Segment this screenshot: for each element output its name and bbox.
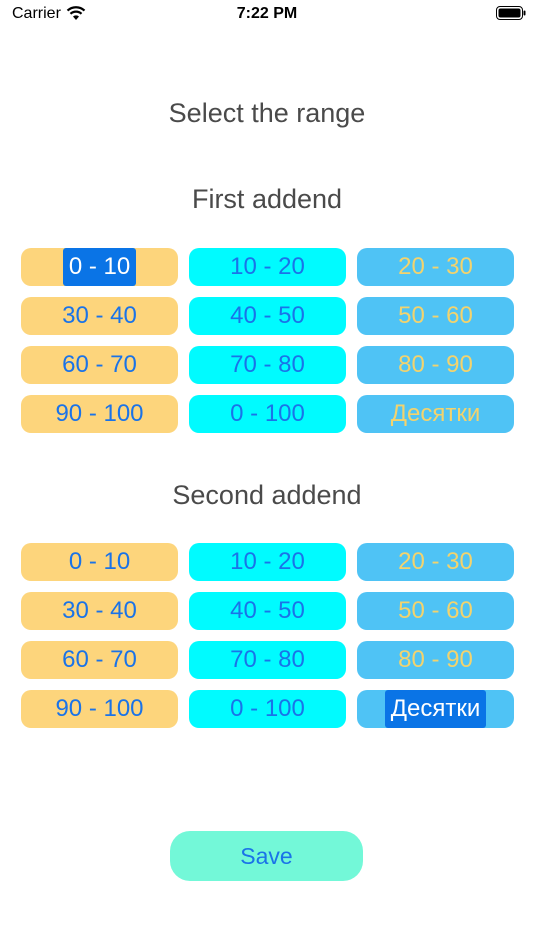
range-option-label: 80 - 90 bbox=[398, 646, 473, 673]
first-range-option[interactable]: 40 - 50 bbox=[189, 297, 346, 335]
second-range-option[interactable]: 0 - 10 bbox=[21, 543, 178, 581]
range-option-label: Десятки bbox=[384, 690, 487, 728]
first-range-option[interactable]: 50 - 60 bbox=[357, 297, 514, 335]
range-option-label: 60 - 70 bbox=[62, 351, 137, 378]
first-addend-range-grid: 0 - 10 10 - 20 20 - 30 30 - 40 40 - 50 50 - 6… bbox=[21, 248, 514, 433]
range-option-label: 0 - 100 bbox=[230, 695, 305, 722]
second-range-option[interactable]: 10 - 20 bbox=[189, 543, 346, 581]
range-option-label: Десятки bbox=[390, 400, 481, 427]
save-button[interactable]: Save bbox=[170, 831, 363, 881]
first-range-option[interactable]: 30 - 40 bbox=[21, 297, 178, 335]
second-range-option[interactable]: 20 - 30 bbox=[357, 543, 514, 581]
range-option-label: 50 - 60 bbox=[398, 597, 473, 624]
range-option-label: 30 - 40 bbox=[62, 302, 137, 329]
first-range-option[interactable]: 10 - 20 bbox=[189, 248, 346, 286]
range-option-label: 0 - 10 bbox=[68, 548, 131, 575]
range-option-label: 90 - 100 bbox=[55, 400, 144, 427]
status-bar: Carrier 7:22 PM bbox=[0, 0, 534, 30]
range-option-label: 70 - 80 bbox=[230, 646, 305, 673]
range-option-label: 20 - 30 bbox=[398, 253, 473, 280]
range-option-label: 20 - 30 bbox=[398, 548, 473, 575]
range-option-label: 0 - 100 bbox=[230, 400, 305, 427]
first-range-option[interactable]: 80 - 90 bbox=[357, 346, 514, 384]
range-option-label: 0 - 10 bbox=[62, 248, 137, 286]
save-button-label: Save bbox=[240, 842, 293, 869]
range-option-label: 30 - 40 bbox=[62, 597, 137, 624]
second-range-option[interactable]: 70 - 80 bbox=[189, 641, 346, 679]
second-range-option[interactable]: 40 - 50 bbox=[189, 592, 346, 630]
first-addend-heading: First addend bbox=[191, 184, 343, 214]
range-option-label: 10 - 20 bbox=[230, 548, 305, 575]
second-addend-range-grid: 0 - 10 10 - 20 20 - 30 30 - 40 40 - 50 50 - 6… bbox=[21, 543, 514, 728]
range-option-label: 50 - 60 bbox=[398, 302, 473, 329]
range-option-label: 40 - 50 bbox=[230, 302, 305, 329]
first-range-option[interactable]: 20 - 30 bbox=[357, 248, 514, 286]
battery-icon bbox=[496, 6, 526, 20]
status-time: 7:22 PM bbox=[236, 5, 298, 22]
second-range-option[interactable]: 80 - 90 bbox=[357, 641, 514, 679]
page-title: Select the range bbox=[168, 98, 366, 128]
first-range-option[interactable]: Десятки bbox=[357, 395, 514, 433]
first-range-option[interactable]: 70 - 80 bbox=[189, 346, 346, 384]
range-option-label: 80 - 90 bbox=[398, 351, 473, 378]
first-range-option[interactable]: 60 - 70 bbox=[21, 346, 178, 384]
second-range-option[interactable]: 90 - 100 bbox=[21, 690, 178, 728]
second-range-option[interactable]: 30 - 40 bbox=[21, 592, 178, 630]
first-range-option[interactable]: 0 - 10 bbox=[21, 248, 178, 286]
first-range-option[interactable]: 0 - 100 bbox=[189, 395, 346, 433]
range-option-label: 70 - 80 bbox=[230, 351, 305, 378]
second-range-option[interactable]: Десятки bbox=[357, 690, 514, 728]
first-range-option[interactable]: 90 - 100 bbox=[21, 395, 178, 433]
second-range-option[interactable]: 60 - 70 bbox=[21, 641, 178, 679]
second-addend-heading: Second addend bbox=[172, 480, 362, 510]
range-option-label: 90 - 100 bbox=[55, 695, 144, 722]
second-range-option[interactable]: 50 - 60 bbox=[357, 592, 514, 630]
range-option-label: 60 - 70 bbox=[62, 646, 137, 673]
second-range-option[interactable]: 0 - 100 bbox=[189, 690, 346, 728]
range-option-label: 10 - 20 bbox=[230, 253, 305, 280]
range-option-label: 40 - 50 bbox=[230, 597, 305, 624]
